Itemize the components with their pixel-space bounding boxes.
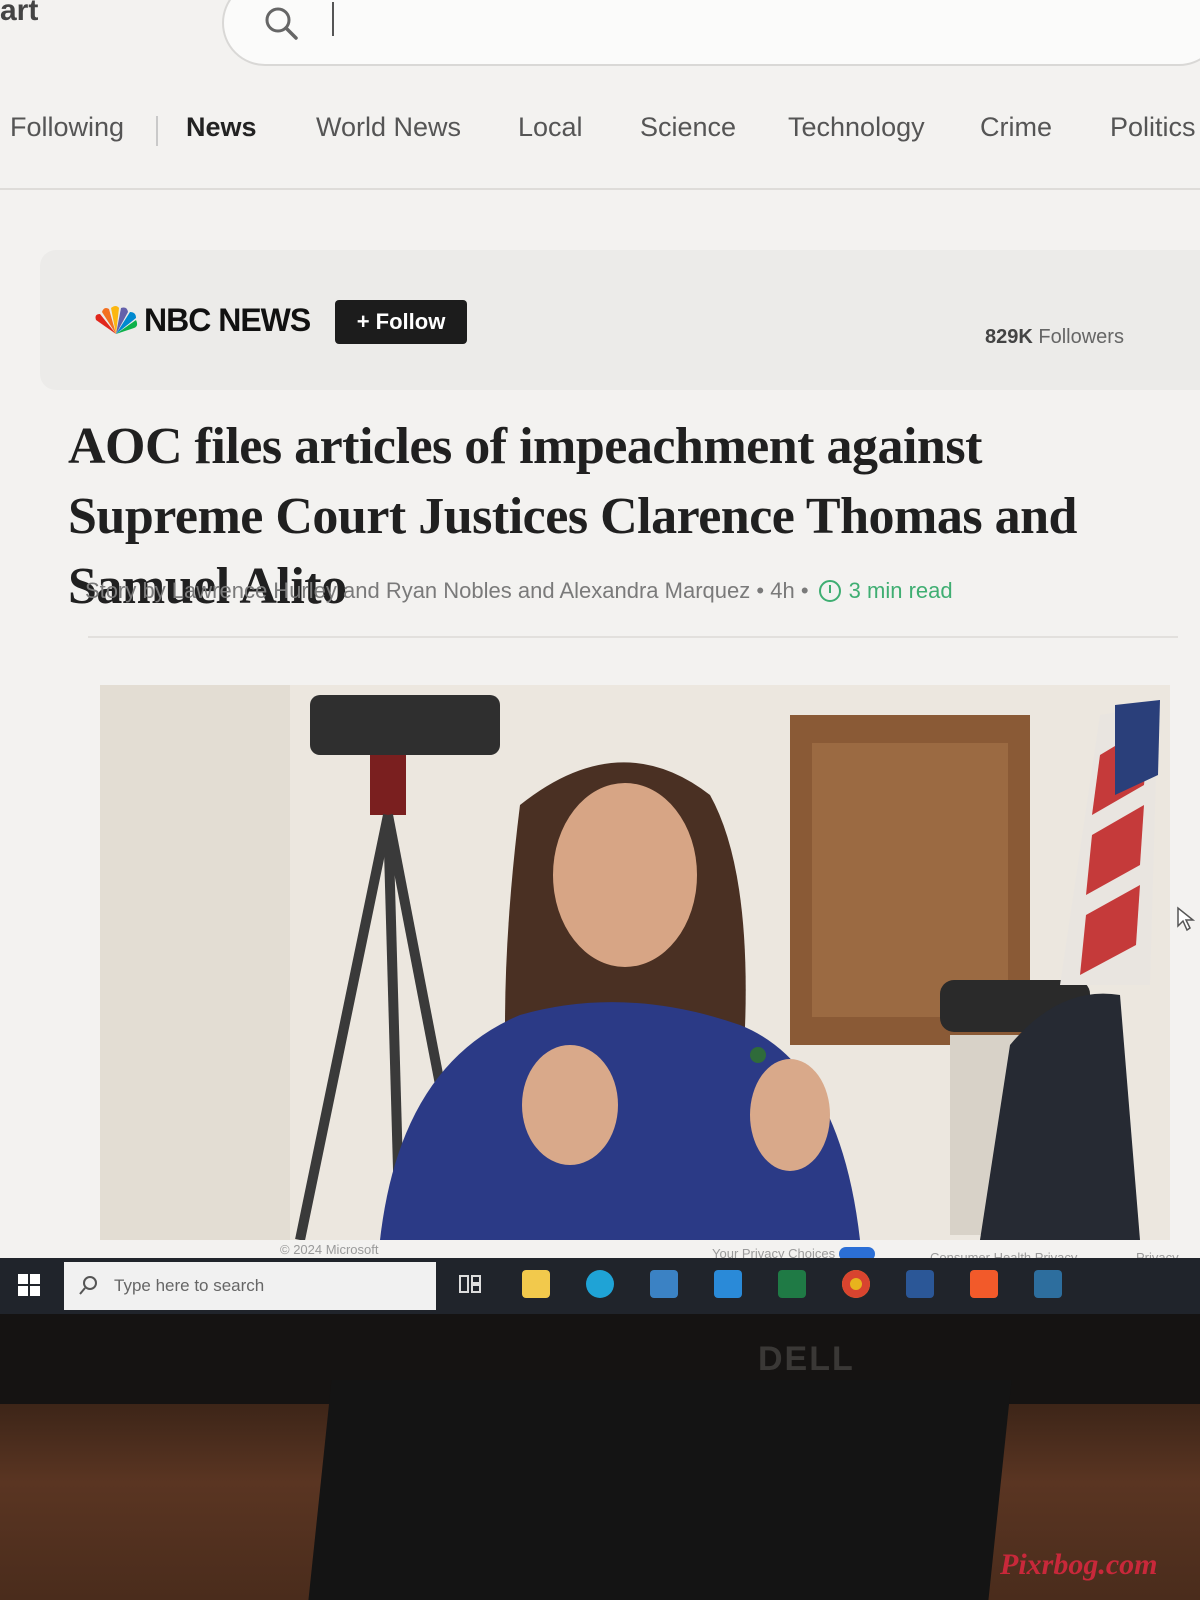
brave-icon[interactable] bbox=[970, 1270, 998, 1298]
byline-separator: • bbox=[756, 578, 771, 603]
article-photo-image bbox=[100, 685, 1170, 1240]
mail-icon[interactable] bbox=[714, 1270, 742, 1298]
brand-fragment: art bbox=[0, 0, 39, 27]
word-icon[interactable] bbox=[906, 1270, 934, 1298]
taskbar-search-icon bbox=[79, 1276, 97, 1295]
search-icon[interactable] bbox=[260, 2, 304, 46]
windows-taskbar: Type here to search bbox=[0, 1258, 1200, 1314]
followers-label: Followers bbox=[1038, 326, 1124, 348]
browser-screen: art Following News World News Local Scie… bbox=[0, 0, 1200, 1325]
nav-item-technology[interactable]: Technology bbox=[788, 112, 925, 143]
nav-item-crime[interactable]: Crime bbox=[980, 112, 1052, 143]
nav-item-politics[interactable]: Politics bbox=[1110, 112, 1196, 143]
followers-count: 829K Followers bbox=[985, 326, 1124, 349]
byline-divider bbox=[88, 636, 1178, 638]
nav-item-science[interactable]: Science bbox=[640, 112, 736, 143]
watermark: Pixrbog.com bbox=[1000, 1548, 1158, 1581]
nav-rule bbox=[0, 188, 1200, 190]
taskbar-search-box[interactable]: Type here to search bbox=[64, 1262, 436, 1310]
byline-authors[interactable]: Story by Lawrence Hurley and Ryan Nobles… bbox=[85, 578, 750, 603]
copyright: © 2024 Microsoft bbox=[280, 1242, 379, 1257]
follow-button[interactable]: + Follow bbox=[335, 300, 467, 344]
article-photo[interactable] bbox=[100, 685, 1170, 1240]
peacock-icon bbox=[95, 306, 138, 334]
monitor-stand bbox=[308, 1380, 1012, 1600]
read-time: 3 min read bbox=[815, 578, 953, 603]
nav-item-news[interactable]: News bbox=[186, 112, 257, 143]
source-name: NBC NEWS bbox=[144, 302, 311, 338]
nav-item-following[interactable]: Following bbox=[10, 112, 124, 143]
mouse-pointer-icon bbox=[1177, 906, 1196, 932]
windows-start-icon[interactable] bbox=[18, 1274, 40, 1296]
article-age: 4h bbox=[770, 578, 795, 603]
source-card: NBC NEWS + Follow 829K Followers bbox=[40, 250, 1200, 390]
read-time-label: 3 min read bbox=[848, 578, 953, 603]
store-icon[interactable] bbox=[650, 1270, 678, 1298]
nav-divider bbox=[156, 116, 158, 146]
browser-top-bar: art bbox=[0, 0, 1200, 80]
solitaire-icon[interactable] bbox=[1034, 1270, 1062, 1298]
task-view-icon[interactable] bbox=[458, 1272, 482, 1296]
excel-icon[interactable] bbox=[778, 1270, 806, 1298]
nav-item-world-news[interactable]: World News bbox=[316, 112, 461, 143]
search-input[interactable] bbox=[222, 0, 1200, 66]
text-caret bbox=[332, 2, 334, 36]
byline-separator: • bbox=[800, 578, 815, 603]
file-explorer-icon[interactable] bbox=[522, 1270, 550, 1298]
taskbar-search-placeholder: Type here to search bbox=[114, 1276, 265, 1295]
dell-logo: DELL bbox=[758, 1340, 855, 1378]
article-byline: Story by Lawrence Hurley and Ryan Nobles… bbox=[85, 578, 1165, 604]
timer-icon bbox=[818, 580, 841, 602]
category-nav: Following News World News Local Science … bbox=[0, 112, 1200, 172]
edge-icon[interactable] bbox=[586, 1270, 614, 1298]
chrome-icon[interactable] bbox=[842, 1270, 870, 1298]
nav-item-local[interactable]: Local bbox=[518, 112, 583, 143]
followers-number: 829K bbox=[985, 326, 1033, 348]
